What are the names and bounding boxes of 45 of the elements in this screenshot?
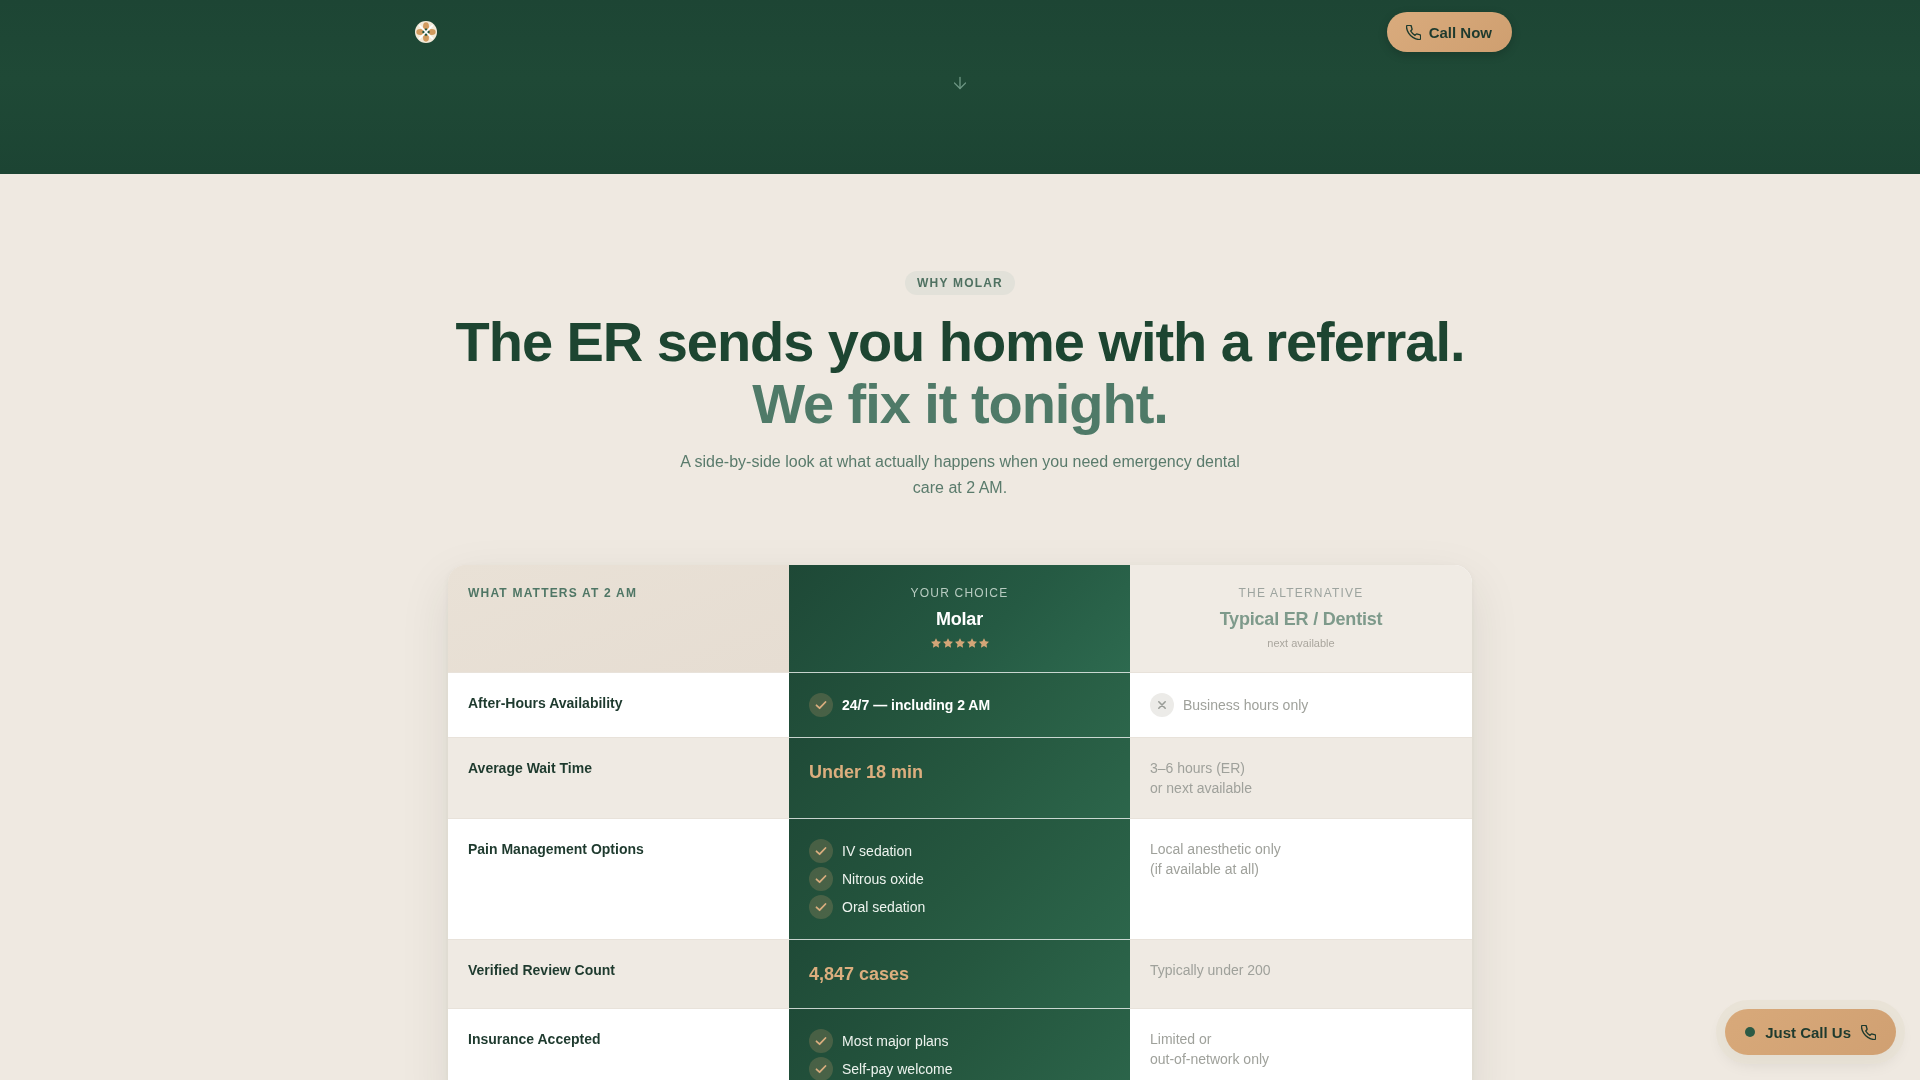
criterion-label: Pain Management Options	[468, 840, 645, 860]
check-icon	[809, 1029, 833, 1054]
column-note: next available	[1266, 636, 1336, 651]
criterion-label: Insurance Accepted	[468, 1030, 602, 1050]
column-title: Typical ER / Dentist	[1218, 608, 1384, 632]
alternative-text: 3–6 hours (ER) or next available	[1150, 759, 1252, 799]
intro-paragraph: A side-by-side look at what actually happens when you need emergency dental care at 2 AM.	[679, 452, 1241, 498]
phone-icon	[1405, 24, 1421, 40]
headline: The ER sends you home with a referral.	[455, 311, 1465, 373]
feature-text: IV sedation	[842, 842, 913, 862]
alternative-text: Limited or out-of-network only	[1150, 1030, 1270, 1070]
cross-icon	[1150, 693, 1174, 718]
call-now-button[interactable]: Call Now	[1386, 12, 1512, 52]
eyebrow-tag: WHY MOLAR	[905, 271, 1015, 295]
criterion-label: After-Hours Availability	[468, 694, 624, 714]
check-icon	[809, 839, 833, 864]
column-eyebrow: THE ALTERNATIVE	[1237, 585, 1365, 602]
alternative-text: Local anesthetic only (if available at all)	[1150, 840, 1281, 880]
alternative-text: Business hours only	[1183, 696, 1309, 716]
check-icon	[809, 1057, 833, 1080]
status-dot-icon	[1745, 1027, 1756, 1037]
stat-value: 4,847 cases	[809, 963, 911, 987]
feature-text: Nitrous oxide	[842, 870, 924, 890]
feature-text: Oral sedation	[842, 898, 926, 918]
column-eyebrow: YOUR CHOICE	[909, 585, 1010, 602]
star-icon	[942, 638, 953, 649]
star-icon	[930, 638, 941, 649]
feature-text: Self-pay welcome	[842, 1060, 953, 1080]
headline-accent: We fix it tonight.	[751, 373, 1169, 435]
feature-text: Most major plans	[842, 1032, 949, 1052]
check-icon	[809, 693, 833, 718]
column-title: Molar	[935, 608, 984, 632]
column-heading: WHAT MATTERS AT 2 AM	[468, 585, 639, 602]
star-icon	[966, 638, 977, 649]
alternative-text: Typically under 200	[1150, 961, 1271, 981]
criterion-label: Verified Review Count	[468, 961, 617, 981]
check-icon	[809, 895, 833, 920]
criterion-label: Average Wait Time	[468, 759, 593, 779]
check-icon	[809, 867, 833, 892]
phone-icon	[1861, 1024, 1876, 1040]
star-icon	[954, 638, 965, 649]
star-icon	[978, 638, 989, 649]
feature-text: 24/7 — including 2 AM	[842, 696, 991, 716]
stat-value: Under 18 min	[809, 761, 925, 785]
logo-icon[interactable]	[415, 21, 437, 43]
